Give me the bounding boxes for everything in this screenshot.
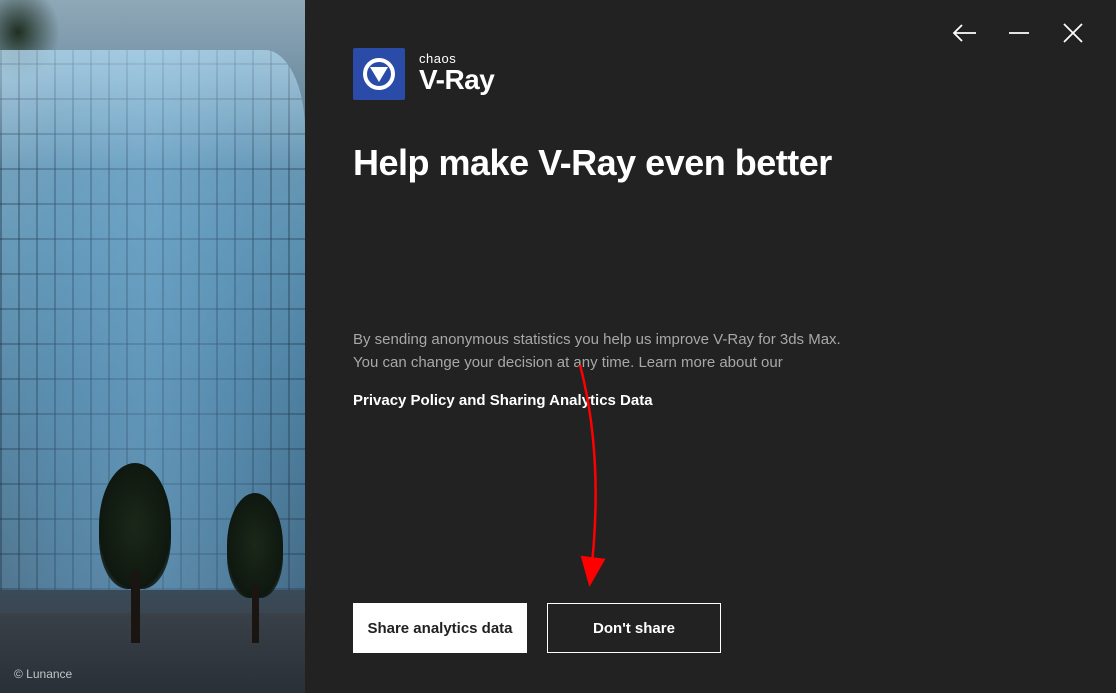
description-line-2: You can change your decision at any time…: [353, 354, 783, 371]
share-analytics-button[interactable]: Share analytics data: [353, 603, 527, 653]
close-icon: [1062, 22, 1084, 44]
close-button[interactable]: [1060, 20, 1086, 46]
window-controls: [952, 20, 1086, 46]
vray-icon: [361, 56, 397, 92]
sidebar-image: © Lunance: [0, 0, 305, 693]
arrow-left-icon: [952, 20, 978, 46]
installer-window: © Lunance: [0, 0, 1116, 693]
buttons-section: Share analytics data Don't share: [353, 603, 1068, 653]
dont-share-button[interactable]: Don't share: [547, 603, 721, 653]
logo-brand-large: V-Ray: [419, 65, 494, 96]
minimize-icon: [1008, 22, 1030, 44]
page-title: Help make V-Ray even better: [353, 142, 1068, 184]
image-credit: © Lunance: [14, 667, 72, 681]
privacy-policy-link[interactable]: Privacy Policy and Sharing Analytics Dat…: [353, 392, 1068, 409]
logo: chaos V-Ray: [353, 48, 1068, 100]
description-line-1: By sending anonymous statistics you help…: [353, 331, 841, 348]
back-button[interactable]: [952, 20, 978, 46]
minimize-button[interactable]: [1006, 20, 1032, 46]
description-text: By sending anonymous statistics you help…: [353, 329, 1068, 374]
main-panel: chaos V-Ray Help make V-Ray even better …: [305, 0, 1116, 693]
logo-text: chaos V-Ray: [419, 52, 494, 96]
logo-icon: [353, 48, 405, 100]
